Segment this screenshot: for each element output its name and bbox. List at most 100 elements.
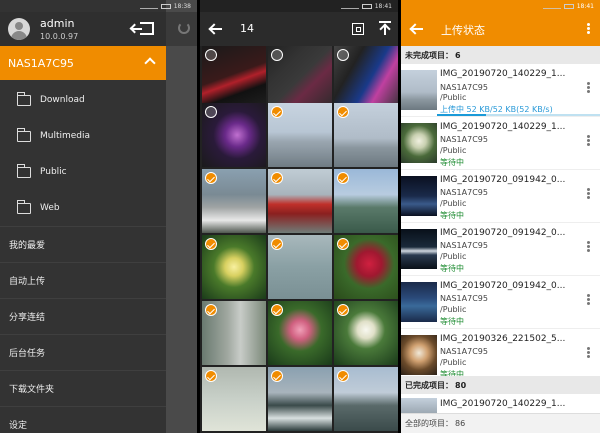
folder-label: Multimedia: [40, 131, 91, 141]
checked-icon[interactable]: [337, 304, 349, 316]
unchecked-icon[interactable]: [271, 49, 283, 61]
file-folder: /Public: [440, 93, 467, 102]
folder-item-multimedia[interactable]: Multimedia: [0, 118, 166, 154]
item-menu-icon[interactable]: [587, 82, 590, 85]
upload-item[interactable]: IMG_20190720_140229_1... NAS1A7C95 /Publ…: [401, 117, 600, 169]
completed-item[interactable]: IMG_20190720_140229_1...: [401, 394, 600, 414]
checked-icon[interactable]: [271, 304, 283, 316]
photo-thumbnail[interactable]: [268, 46, 332, 110]
item-menu-icon[interactable]: [587, 241, 590, 244]
menu-item-background-tasks[interactable]: 后台任务: [0, 334, 166, 370]
folder-label: Download: [40, 95, 85, 105]
incomplete-count: 6: [455, 50, 461, 60]
upload-thumbnail: [401, 398, 437, 414]
file-name: IMG_20190720_091942_0...: [440, 175, 566, 185]
folder-label: Public: [40, 167, 67, 177]
photo-thumbnail[interactable]: [268, 169, 332, 233]
file-manager-drawer-screen: 18:38 admin 10.0.0.97 NAS1A7C95 Download…: [0, 0, 197, 433]
checked-icon[interactable]: [337, 238, 349, 250]
photo-thumbnail[interactable]: [202, 367, 266, 431]
checked-icon[interactable]: [205, 304, 217, 316]
folder-icon: [16, 127, 31, 142]
photo-thumbnail[interactable]: [334, 46, 398, 110]
item-menu-icon[interactable]: [587, 135, 590, 138]
photo-thumbnail[interactable]: [334, 103, 398, 167]
upload-icon[interactable]: [379, 21, 391, 35]
photo-thumbnail[interactable]: [202, 169, 266, 233]
nas-device-header[interactable]: NAS1A7C95: [0, 46, 166, 80]
unchecked-icon[interactable]: [337, 49, 349, 61]
completed-count: 80: [455, 380, 467, 390]
folder-item-public[interactable]: Public: [0, 154, 166, 190]
nas-device-name: NAS1A7C95: [8, 56, 74, 70]
footer-count: 86: [455, 419, 466, 428]
status-bar: 18:38: [0, 0, 197, 12]
checked-icon[interactable]: [271, 238, 283, 250]
battery-icon: [361, 3, 372, 9]
photo-thumbnail[interactable]: [334, 235, 398, 299]
menu-item-favorites[interactable]: 我的最爱: [0, 226, 166, 262]
select-all-icon[interactable]: [352, 23, 364, 35]
upload-item[interactable]: IMG_20190720_091942_0... NAS1A7C95 /Publ…: [401, 276, 600, 328]
checked-icon[interactable]: [271, 172, 283, 184]
photo-thumbnail[interactable]: [202, 103, 266, 167]
footer-total: 全部的项目： 86: [401, 413, 600, 433]
checked-icon[interactable]: [271, 370, 283, 382]
file-folder: /Public: [440, 305, 467, 314]
drawer-scrim[interactable]: [166, 0, 197, 433]
checked-icon[interactable]: [271, 106, 283, 118]
more-options-icon[interactable]: [587, 23, 590, 26]
selected-count: 14: [240, 22, 254, 35]
menu-item-share-links[interactable]: 分享连结: [0, 298, 166, 334]
menu-item-auto-upload[interactable]: 自动上传: [0, 262, 166, 298]
checked-icon[interactable]: [337, 172, 349, 184]
menu-item-download-folder[interactable]: 下载文件夹: [0, 370, 166, 406]
checked-icon[interactable]: [337, 106, 349, 118]
folder-label: Web: [40, 203, 60, 213]
photo-thumbnail[interactable]: [202, 46, 266, 110]
file-name: IMG_20190720_091942_0...: [440, 281, 566, 291]
upload-item[interactable]: IMG_20190720_140229_1... NAS1A7C95 /Publ…: [401, 64, 600, 116]
unchecked-icon[interactable]: [205, 106, 217, 118]
back-arrow-icon[interactable]: [210, 28, 222, 30]
photo-thumbnail[interactable]: [334, 169, 398, 233]
photo-thumbnail[interactable]: [202, 235, 266, 299]
checked-icon[interactable]: [205, 238, 217, 250]
photo-thumbnail[interactable]: [334, 301, 398, 365]
logout-icon[interactable]: [132, 22, 154, 35]
status-bar: 18:41: [401, 0, 600, 12]
file-path: NAS1A7C95: [440, 347, 488, 356]
checked-icon[interactable]: [337, 370, 349, 382]
folder-item-web[interactable]: Web: [0, 190, 166, 226]
upload-item[interactable]: IMG_20190720_091942_0... NAS1A7C95 /Publ…: [401, 223, 600, 275]
file-folder: /Public: [440, 358, 467, 367]
item-menu-icon[interactable]: [587, 347, 590, 350]
completed-section-header: 已完成项目： 80: [401, 376, 600, 394]
item-menu-icon[interactable]: [587, 188, 590, 191]
photo-thumbnail[interactable]: [268, 367, 332, 431]
photo-thumbnail[interactable]: [268, 235, 332, 299]
upload-item[interactable]: IMG_20190326_221502_5... NAS1A7C95 /Publ…: [401, 329, 600, 381]
upload-thumbnail: [401, 282, 437, 322]
upload-item[interactable]: IMG_20190720_091942_0... NAS1A7C95 /Publ…: [401, 170, 600, 222]
upload-status: 等待中: [440, 158, 464, 167]
checked-icon[interactable]: [205, 370, 217, 382]
status-bar: 18:41: [200, 0, 398, 12]
signal-icon: [542, 4, 561, 9]
photo-thumbnail[interactable]: [268, 301, 332, 365]
refresh-icon[interactable]: [178, 22, 190, 34]
file-path: NAS1A7C95: [440, 83, 488, 92]
menu-item-settings[interactable]: 设定: [0, 406, 166, 433]
item-menu-icon[interactable]: [587, 294, 590, 297]
file-name: IMG_20190720_091942_0...: [440, 228, 566, 238]
chevron-up-icon[interactable]: [144, 57, 156, 69]
photo-thumbnail[interactable]: [268, 103, 332, 167]
photo-thumbnail[interactable]: [334, 367, 398, 431]
folder-item-download[interactable]: Download: [0, 82, 166, 118]
back-arrow-icon[interactable]: [411, 28, 423, 30]
upload-thumbnail: [401, 176, 437, 216]
unchecked-icon[interactable]: [205, 49, 217, 61]
photo-thumbnail[interactable]: [202, 301, 266, 365]
checked-icon[interactable]: [205, 172, 217, 184]
upload-status: 等待中: [440, 264, 464, 273]
